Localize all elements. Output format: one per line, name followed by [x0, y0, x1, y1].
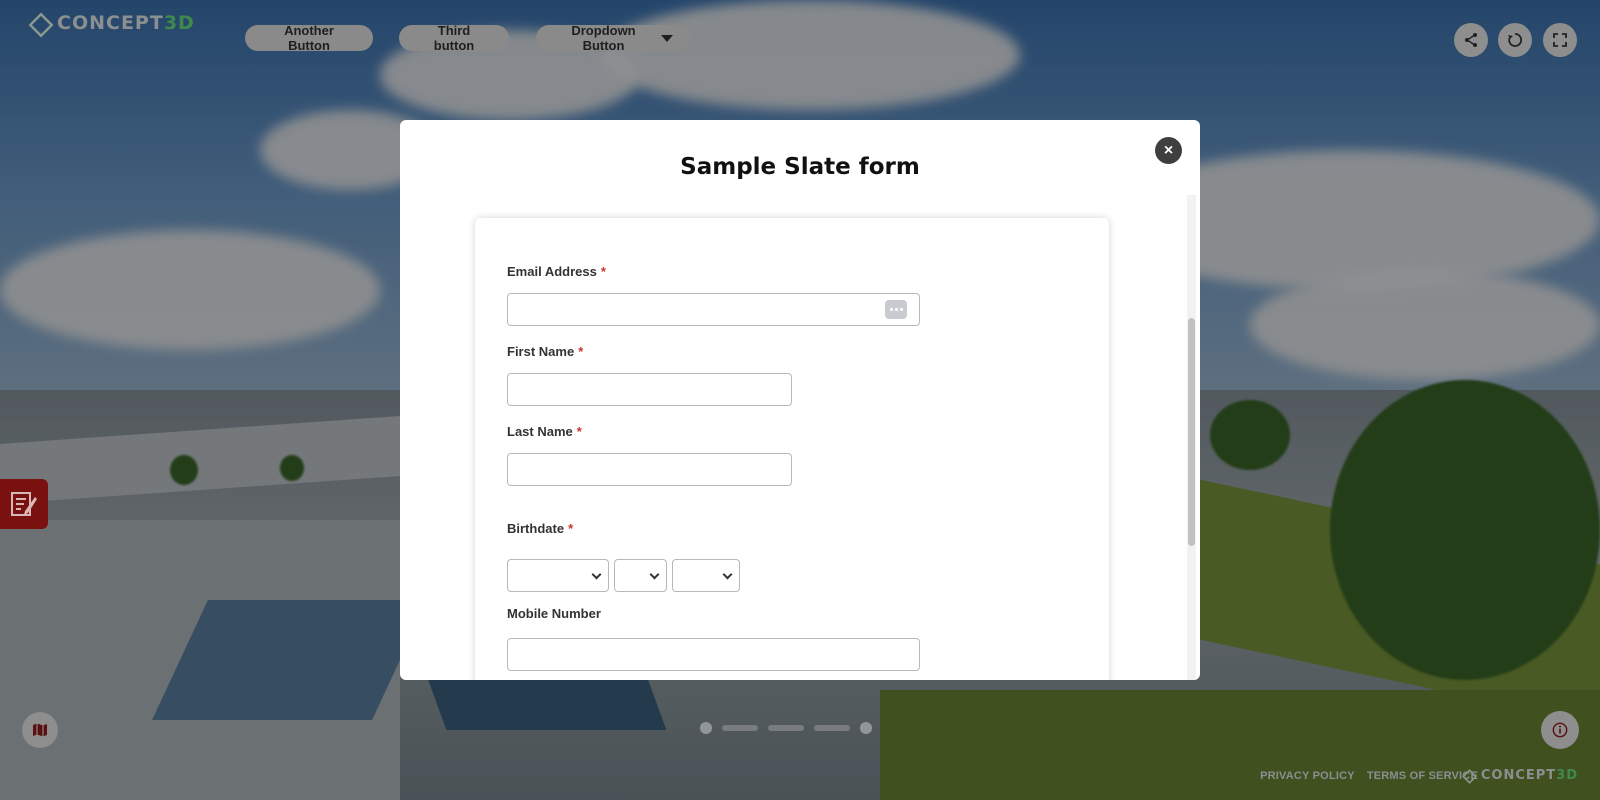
required-marker: *: [600, 264, 606, 279]
map-button[interactable]: [22, 712, 58, 748]
another-button-label: Another Button: [284, 23, 334, 53]
form-modal: Sample Slate form × Email Address * First…: [400, 120, 1200, 680]
third-button[interactable]: Third button: [399, 23, 509, 53]
share-button[interactable]: [1454, 23, 1488, 57]
info-icon: [1552, 722, 1568, 738]
progress-segment: [814, 725, 850, 731]
privacy-policy-link[interactable]: PRIVACY POLICY: [1260, 770, 1355, 782]
modal-title: Sample Slate form: [680, 154, 920, 180]
email-input[interactable]: [507, 293, 920, 326]
rotate-icon: [1508, 33, 1523, 47]
tour-playback-controls: [700, 722, 872, 734]
mobile-number-label: Mobile Number: [507, 606, 601, 621]
first-name-label: First Name *: [507, 344, 584, 359]
footer-links: PRIVACY POLICY TERMS OF SERVICE: [1260, 770, 1478, 782]
concept3d-logo: CONCEPT3D: [27, 12, 195, 34]
footer-logo-text: CONCEPT3D: [1480, 768, 1578, 783]
password-manager-icon[interactable]: [885, 300, 907, 319]
slate-form: Email Address * First Name * Last Name * Bi…: [475, 218, 1109, 680]
concept3d-logo-icon: [27, 12, 51, 34]
footer-concept3d-logo: CONCEPT3D: [1462, 768, 1578, 783]
close-button[interactable]: ×: [1155, 137, 1182, 164]
concept3d-logo-icon: [1462, 770, 1476, 782]
fullscreen-icon: [1553, 33, 1567, 47]
caret-down-icon: [661, 34, 673, 42]
modal-scrollbar[interactable]: [1187, 195, 1196, 680]
first-name-input[interactable]: [507, 373, 792, 406]
birthdate-year-select[interactable]: [672, 559, 740, 592]
chevron-down-icon: [722, 569, 733, 580]
next-icon: [860, 722, 872, 734]
form-icon: [11, 492, 37, 516]
form-panel-tab[interactable]: [0, 479, 48, 529]
close-icon: ×: [1163, 141, 1174, 159]
scrollbar-thumb[interactable]: [1188, 318, 1195, 546]
email-label: Email Address *: [507, 264, 606, 279]
another-button[interactable]: Another Button: [245, 23, 373, 53]
progress-segment: [722, 725, 758, 731]
birthdate-day-select[interactable]: [614, 559, 667, 592]
dropdown-button[interactable]: Dropdown Button: [536, 23, 691, 53]
share-icon: [1465, 33, 1477, 47]
mobile-number-input[interactable]: [507, 638, 920, 671]
fullscreen-button[interactable]: [1543, 23, 1577, 57]
logo-text: CONCEPT3D: [57, 12, 195, 34]
info-button[interactable]: [1541, 711, 1579, 749]
birthdate-month-select[interactable]: [507, 559, 609, 592]
chevron-down-icon: [649, 569, 660, 580]
chevron-down-icon: [591, 569, 602, 580]
last-name-label: Last Name *: [507, 424, 582, 439]
map-icon: [33, 723, 47, 737]
reset-view-button[interactable]: [1498, 23, 1532, 57]
dropdown-button-label: Dropdown Button: [571, 23, 636, 53]
progress-segment: [768, 725, 804, 731]
required-marker: *: [578, 344, 584, 359]
required-marker: *: [568, 521, 574, 536]
birthdate-label: Birthdate *: [507, 521, 574, 536]
prev-icon: [700, 722, 712, 734]
last-name-input[interactable]: [507, 453, 792, 486]
third-button-label: Third button: [433, 23, 475, 53]
required-marker: *: [576, 424, 582, 439]
